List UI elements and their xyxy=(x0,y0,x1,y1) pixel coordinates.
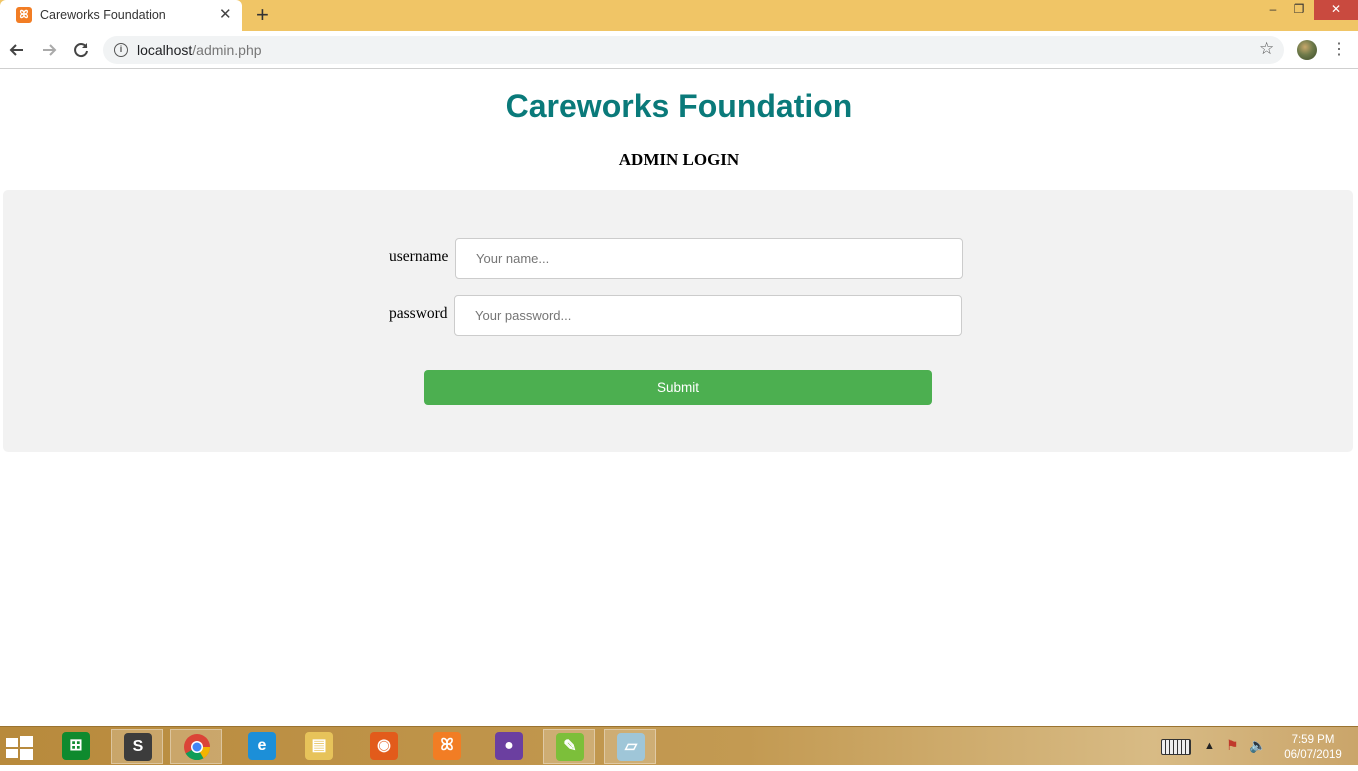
username-input[interactable] xyxy=(455,238,963,279)
taskbar-button[interactable]: ▤ xyxy=(293,729,345,764)
notepad-plus-app-icon: ✎ xyxy=(556,733,584,761)
keyboard-icon[interactable] xyxy=(1161,739,1191,755)
xampp-favicon-icon: ꕤ xyxy=(16,7,32,23)
tab-close-icon[interactable]: ✕ xyxy=(219,6,232,24)
new-tab-button[interactable]: + xyxy=(256,3,269,27)
url-text[interactable]: localhost/admin.php xyxy=(137,42,262,58)
browser-toolbar: i localhost/admin.php ☆ xyxy=(0,31,1358,69)
reload-icon[interactable] xyxy=(70,39,92,61)
page-title: Careworks Foundation xyxy=(505,88,853,124)
profile-avatar[interactable] xyxy=(1297,40,1317,60)
taskbar-button[interactable]: ✎ xyxy=(543,729,595,764)
back-arrow-icon[interactable] xyxy=(6,39,28,61)
chrome-app-icon xyxy=(183,733,211,761)
site-info-icon[interactable]: i xyxy=(114,43,128,57)
windows-start-icon[interactable] xyxy=(6,736,33,760)
taskbar-button[interactable] xyxy=(170,729,222,764)
window-minimize-button[interactable]: – xyxy=(1261,0,1285,20)
taskbar-button[interactable]: ▱ xyxy=(604,729,656,764)
taskbar-button[interactable]: S xyxy=(111,729,163,764)
taskbar: ⊞ Se ▤ ◉ ꕤ ● ✎ ▱ ▲ ⚑ 🔈 7:59 PM 06/07/2019 xyxy=(0,726,1358,765)
page-subtitle: ADMIN LOGIN xyxy=(618,150,740,169)
address-bar[interactable]: i localhost/admin.php ☆ xyxy=(103,36,1284,64)
volume-icon[interactable]: 🔈 xyxy=(1249,737,1266,754)
clock-time: 7:59 PM xyxy=(1291,734,1335,746)
taskbar-button[interactable]: e xyxy=(236,729,288,764)
github-desktop-app-icon: ● xyxy=(495,732,523,760)
sublime-text-app-icon: S xyxy=(124,733,152,761)
url-host: localhost xyxy=(137,42,193,58)
file-explorer-app-icon: ▤ xyxy=(305,732,333,760)
browser-tab-strip: ꕤ Careworks Foundation ✕ + – ❐ ✕ xyxy=(0,0,1358,31)
password-label: password xyxy=(389,305,448,322)
login-form: username password Submit xyxy=(3,190,1353,452)
firefox-app-icon: ◉ xyxy=(370,732,398,760)
window-close-button[interactable]: ✕ xyxy=(1314,0,1358,20)
store-app-icon: ⊞ xyxy=(62,732,90,760)
taskbar-button[interactable]: ● xyxy=(483,729,535,764)
tray-expand-icon[interactable]: ▲ xyxy=(1204,740,1215,752)
username-label: username xyxy=(389,248,449,265)
url-path: /admin.php xyxy=(192,42,262,58)
internet-explorer-app-icon: e xyxy=(248,732,276,760)
tab-title: Careworks Foundation xyxy=(40,8,166,22)
forward-arrow-icon[interactable] xyxy=(38,39,60,61)
submit-button[interactable]: Submit xyxy=(424,370,932,405)
bookmark-star-icon[interactable]: ☆ xyxy=(1259,39,1274,59)
browser-menu-icon[interactable]: ⋮ xyxy=(1331,39,1347,61)
browser-tab[interactable]: ꕤ Careworks Foundation ✕ xyxy=(0,0,242,31)
taskbar-button[interactable]: ◉ xyxy=(358,729,410,764)
notes-app-icon: ▱ xyxy=(617,733,645,761)
taskbar-clock[interactable]: 7:59 PM 06/07/2019 xyxy=(1278,733,1348,763)
password-input[interactable] xyxy=(454,295,962,336)
clock-date: 06/07/2019 xyxy=(1284,749,1342,761)
action-center-flag-icon[interactable]: ⚑ xyxy=(1226,737,1239,754)
taskbar-button[interactable]: ⊞ xyxy=(50,729,102,764)
taskbar-button[interactable]: ꕤ xyxy=(421,729,473,764)
xampp-app-icon: ꕤ xyxy=(433,732,461,760)
window-maximize-button[interactable]: ❐ xyxy=(1287,0,1311,20)
